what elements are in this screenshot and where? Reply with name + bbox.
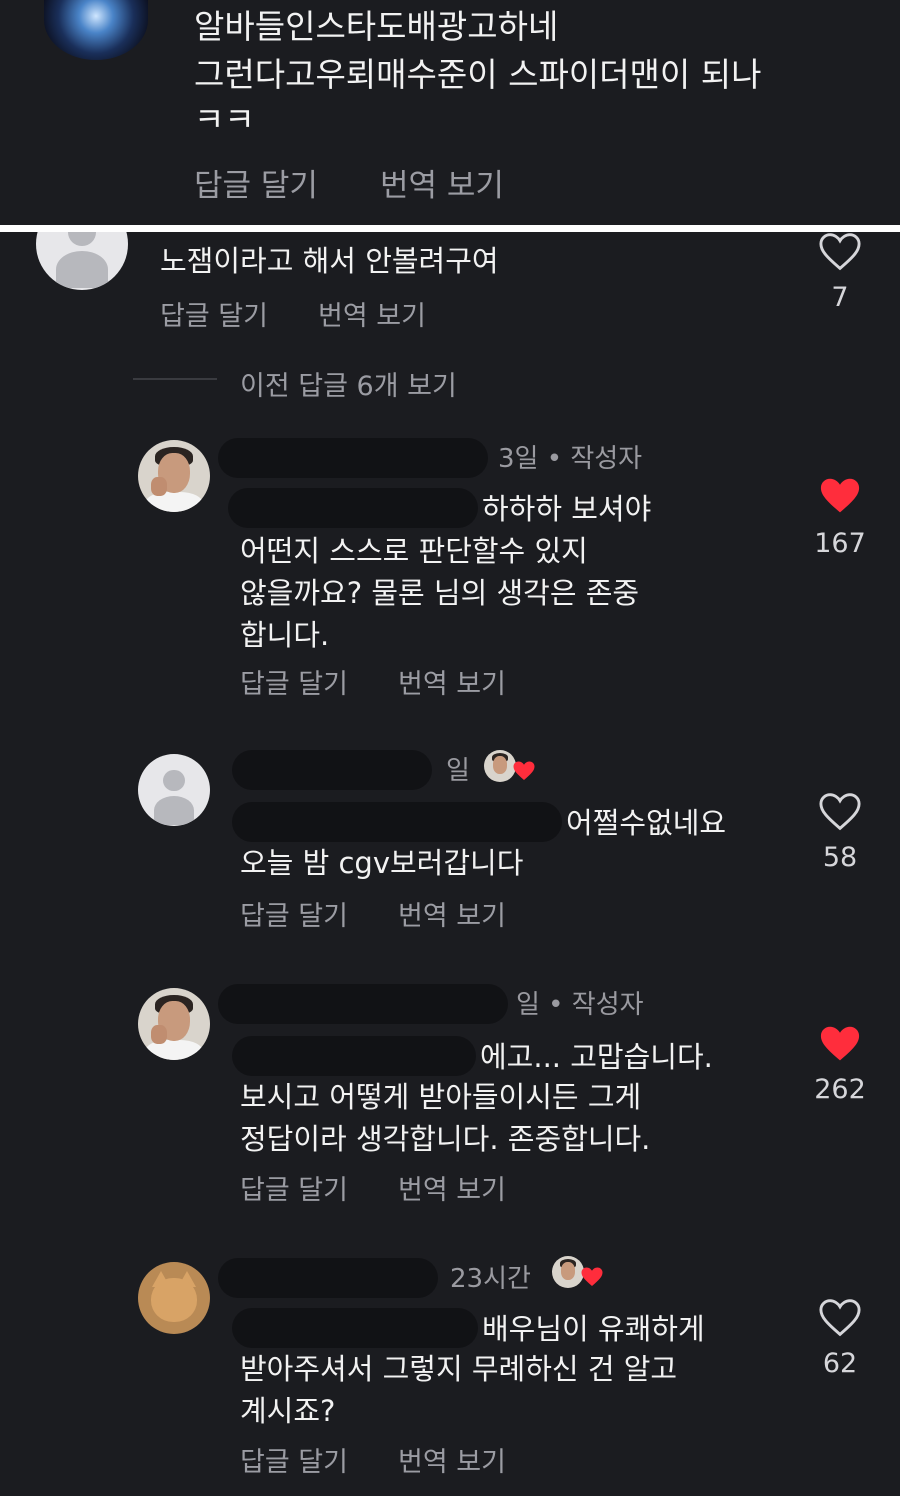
- reply-text-line: 계시죠?: [240, 1394, 336, 1428]
- redacted-username: [218, 984, 508, 1024]
- reply-meta: 일 • 작성자: [516, 990, 644, 1020]
- author-liked-heart-icon: [513, 761, 535, 780]
- heart-filled-icon[interactable]: [818, 476, 862, 516]
- redacted-mention: [232, 1036, 476, 1076]
- reply-meta: 3일 • 작성자: [498, 444, 643, 474]
- comment-text-line: 알바들인스타도배광고하네: [194, 7, 559, 46]
- translate-button[interactable]: 번역 보기: [398, 1440, 506, 1479]
- reply-meta: 일: [446, 756, 470, 786]
- reply-button[interactable]: 답글 달기: [240, 1440, 348, 1479]
- heart-outline-icon[interactable]: [818, 1298, 862, 1338]
- reply-text-line: 받아주셔서 그렇지 무례하신 건 알고: [240, 1352, 678, 1386]
- reply-text-line: 어떤지 스스로 판단할수 있지: [240, 534, 588, 568]
- reply-button[interactable]: 답글 달기: [160, 294, 268, 333]
- avatar[interactable]: [36, 232, 128, 290]
- redacted-mention: [228, 488, 478, 528]
- avatar[interactable]: [138, 1262, 210, 1334]
- reply-text-line: 어쩔수없네요: [566, 806, 727, 840]
- avatar[interactable]: [138, 440, 210, 512]
- avatar[interactable]: [138, 754, 210, 826]
- reply-button[interactable]: 답글 달기: [240, 662, 348, 701]
- translate-button[interactable]: 번역 보기: [318, 294, 426, 333]
- reply-text-line: 하하하 보셔야: [482, 492, 652, 526]
- comment-text-line: 그런다고우뢰매수준이 스파이더맨이 되나: [194, 55, 762, 94]
- redacted-username: [218, 438, 488, 478]
- avatar[interactable]: [138, 988, 210, 1060]
- reply-text-line: 정답이라 생각합니다. 존중합니다.: [240, 1122, 651, 1156]
- reply-button[interactable]: 답글 달기: [194, 160, 318, 205]
- like-count: 262: [814, 1074, 866, 1105]
- translate-button[interactable]: 번역 보기: [398, 1168, 506, 1207]
- reply-button[interactable]: 답글 달기: [240, 1168, 348, 1207]
- reply-meta: 23시간: [450, 1264, 531, 1294]
- reply-text-line: 에고... 고맙습니다.: [480, 1040, 713, 1074]
- top-comment-panel: 알바들인스타도배광고하네 그런다고우뢰매수준이 스파이더맨이 되나 ㅋㅋ 답글 …: [0, 0, 900, 225]
- redacted-mention: [232, 802, 562, 842]
- heart-outline-icon[interactable]: [818, 232, 862, 272]
- redacted-mention: [232, 1308, 478, 1348]
- reply-text-line: 않을까요? 물론 님의 생각은 존중: [240, 576, 640, 610]
- like-count: 58: [822, 842, 858, 873]
- like-count: 167: [814, 528, 866, 559]
- view-previous-replies-button[interactable]: 이전 답글 6개 보기: [240, 364, 457, 403]
- like-count: 7: [831, 282, 849, 313]
- comment-text: 노잼이라고 해서 안볼려구여: [160, 244, 499, 278]
- redacted-username: [218, 1258, 438, 1298]
- like-count: 62: [822, 1348, 858, 1379]
- reply-button[interactable]: 답글 달기: [240, 894, 348, 933]
- reply-text-line: 오늘 밤 cgv보러갑니다: [240, 846, 524, 880]
- comment-text-line: ㅋㅋ: [194, 100, 255, 139]
- translate-button[interactable]: 번역 보기: [380, 160, 504, 205]
- redacted-username: [232, 750, 432, 790]
- reply-text-line: 합니다.: [240, 618, 330, 652]
- reply-text-line: 보시고 어떻게 받아들이시든 그게: [240, 1080, 642, 1114]
- translate-button[interactable]: 번역 보기: [398, 894, 506, 933]
- heart-filled-icon[interactable]: [818, 1024, 862, 1064]
- comments-panel: 노잼이라고 해서 안볼려구여 답글 달기 번역 보기 7 이전 답글 6개 보기…: [0, 232, 900, 1496]
- divider-line: [133, 378, 217, 380]
- heart-outline-icon[interactable]: [818, 792, 862, 832]
- avatar[interactable]: [44, 0, 148, 60]
- author-liked-heart-icon: [581, 1267, 603, 1286]
- translate-button[interactable]: 번역 보기: [398, 662, 506, 701]
- reply-text-line: 배우님이 유쾌하게: [482, 1312, 705, 1346]
